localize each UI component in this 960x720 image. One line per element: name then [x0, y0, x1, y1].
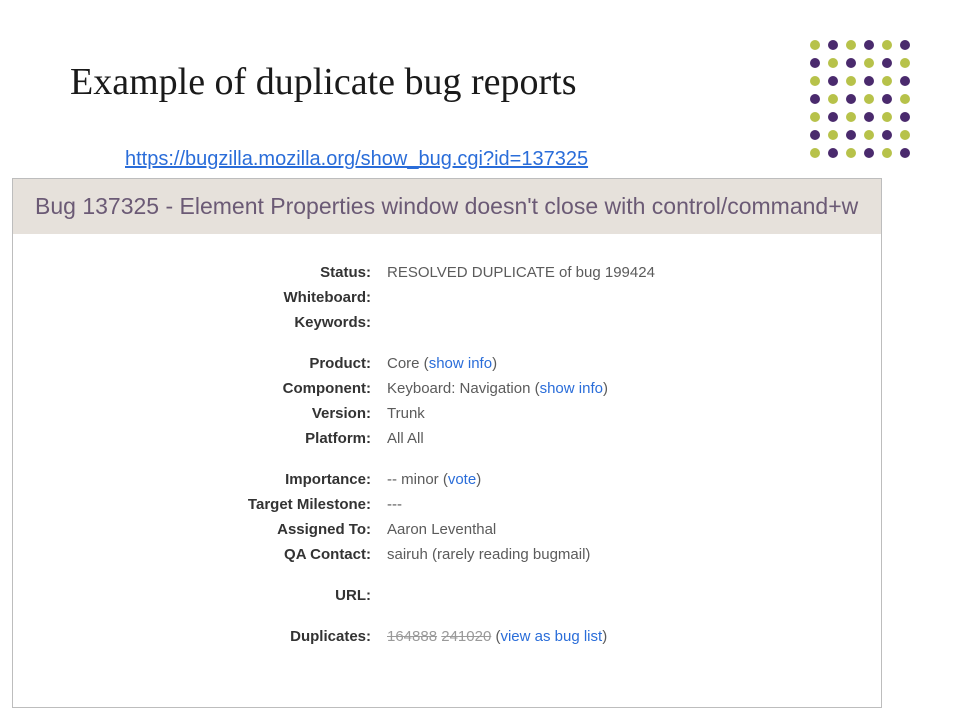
field-platform: Platform: All All	[13, 426, 881, 451]
qa-label: QA Contact:	[13, 546, 379, 563]
status-value: RESOLVED DUPLICATE of bug 199424	[379, 264, 881, 281]
view-as-bug-list-link[interactable]: view as bug list	[500, 628, 602, 645]
bug-title: Bug 137325 - Element Properties window d…	[13, 179, 881, 234]
field-target-milestone: Target Milestone: ---	[13, 492, 881, 517]
platform-value: All All	[379, 430, 881, 447]
decorative-dot	[846, 94, 856, 104]
decorative-dot	[846, 40, 856, 50]
importance-text: -- minor (	[387, 471, 448, 488]
decorative-dot	[864, 94, 874, 104]
duplicate-id-2: 241020	[441, 628, 491, 645]
decorative-dot	[828, 112, 838, 122]
field-importance: Importance: -- minor (vote)	[13, 467, 881, 492]
bug-details: Status: RESOLVED DUPLICATE of bug 199424…	[13, 234, 881, 649]
whiteboard-label: Whiteboard:	[13, 289, 379, 306]
platform-label: Platform:	[13, 430, 379, 447]
decorative-dot	[828, 130, 838, 140]
importance-vote-link[interactable]: vote	[448, 471, 476, 488]
field-product: Product: Core (show info)	[13, 351, 881, 376]
decorative-dot	[828, 148, 838, 158]
decorative-dots	[810, 40, 920, 175]
status-label: Status:	[13, 264, 379, 281]
decorative-dot	[864, 58, 874, 68]
product-text-post: )	[492, 355, 497, 372]
decorative-dot	[810, 94, 820, 104]
importance-value: -- minor (vote)	[379, 471, 881, 488]
decorative-dot	[900, 130, 910, 140]
decorative-dot	[846, 112, 856, 122]
qa-value: sairuh (rarely reading bugmail)	[379, 546, 881, 563]
decorative-dot	[900, 76, 910, 86]
component-text-post: )	[603, 380, 608, 397]
assigned-label: Assigned To:	[13, 521, 379, 538]
decorative-dot	[828, 40, 838, 50]
decorative-dot	[900, 94, 910, 104]
decorative-dot	[900, 148, 910, 158]
field-version: Version: Trunk	[13, 401, 881, 426]
decorative-dot	[882, 58, 892, 68]
decorative-dot	[864, 76, 874, 86]
decorative-dot	[882, 148, 892, 158]
decorative-dot	[810, 40, 820, 50]
slide-container: Example of duplicate bug reports https:/…	[0, 0, 960, 720]
keywords-label: Keywords:	[13, 314, 379, 331]
component-value: Keyboard: Navigation (show info)	[379, 380, 881, 397]
decorative-dot	[810, 58, 820, 68]
field-component: Component: Keyboard: Navigation (show in…	[13, 376, 881, 401]
field-assigned-to: Assigned To: Aaron Leventhal	[13, 517, 881, 542]
decorative-dot	[882, 40, 892, 50]
decorative-dot	[882, 76, 892, 86]
component-show-info-link[interactable]: show info	[540, 380, 603, 397]
product-value: Core (show info)	[379, 355, 881, 372]
decorative-dot	[810, 112, 820, 122]
decorative-dot	[846, 130, 856, 140]
field-keywords: Keywords:	[13, 310, 881, 335]
decorative-dot	[882, 112, 892, 122]
target-value: ---	[379, 496, 881, 513]
decorative-dot	[900, 112, 910, 122]
slide-title: Example of duplicate bug reports	[70, 60, 577, 104]
product-text: Core (	[387, 355, 429, 372]
url-label: URL:	[13, 587, 379, 604]
component-label: Component:	[13, 380, 379, 397]
decorative-dot	[900, 40, 910, 50]
field-qa-contact: QA Contact: sairuh (rarely reading bugma…	[13, 542, 881, 567]
target-label: Target Milestone:	[13, 496, 379, 513]
field-status: Status: RESOLVED DUPLICATE of bug 199424	[13, 260, 881, 285]
decorative-dot	[864, 148, 874, 158]
decorative-dot	[828, 94, 838, 104]
duplicate-id-1: 164888	[387, 628, 437, 645]
field-whiteboard: Whiteboard:	[13, 285, 881, 310]
version-value: Trunk	[379, 405, 881, 422]
decorative-dot	[882, 94, 892, 104]
dup-paren-close: )	[602, 628, 607, 645]
version-label: Version:	[13, 405, 379, 422]
importance-label: Importance:	[13, 471, 379, 488]
field-duplicates: Duplicates: 164888 241020 (view as bug l…	[13, 624, 881, 649]
component-text: Keyboard: Navigation (	[387, 380, 540, 397]
decorative-dot	[810, 76, 820, 86]
decorative-dot	[846, 148, 856, 158]
importance-text-post: )	[476, 471, 481, 488]
decorative-dot	[882, 130, 892, 140]
duplicates-value: 164888 241020 (view as bug list)	[379, 628, 881, 645]
field-url: URL:	[13, 583, 881, 608]
assigned-value: Aaron Leventhal	[379, 521, 881, 538]
source-url-link[interactable]: https://bugzilla.mozilla.org/show_bug.cg…	[125, 148, 588, 171]
decorative-dot	[810, 130, 820, 140]
decorative-dot	[846, 76, 856, 86]
decorative-dot	[900, 58, 910, 68]
decorative-dot	[828, 58, 838, 68]
decorative-dot	[864, 112, 874, 122]
product-label: Product:	[13, 355, 379, 372]
bugzilla-screenshot: Bug 137325 - Element Properties window d…	[12, 178, 882, 708]
product-show-info-link[interactable]: show info	[429, 355, 492, 372]
decorative-dot	[864, 130, 874, 140]
decorative-dot	[810, 148, 820, 158]
decorative-dot	[846, 58, 856, 68]
duplicates-label: Duplicates:	[13, 628, 379, 645]
decorative-dot	[864, 40, 874, 50]
decorative-dot	[828, 76, 838, 86]
